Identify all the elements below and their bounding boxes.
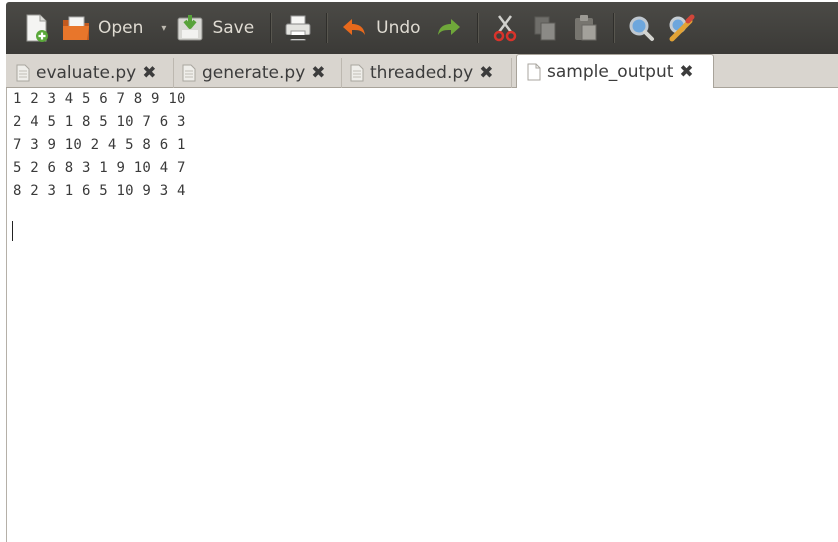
open-button[interactable]: Open <box>60 8 147 48</box>
redo-icon <box>437 19 460 35</box>
close-icon[interactable]: ✖ <box>142 63 156 83</box>
open-label: Open <box>98 18 144 38</box>
new-button[interactable] <box>20 8 52 48</box>
print-button[interactable] <box>282 8 314 48</box>
undo-icon <box>343 19 366 35</box>
find-replace-icon <box>669 14 695 42</box>
find-button[interactable] <box>625 8 657 48</box>
search-icon <box>629 16 654 41</box>
toolbar-separator <box>612 13 615 43</box>
tab-generate-py[interactable]: generate.py ✖ <box>176 58 342 88</box>
copy-button[interactable] <box>529 8 561 48</box>
undo-label: Undo <box>376 18 421 38</box>
tab-label: evaluate.py <box>36 63 137 83</box>
save-button[interactable]: Save <box>174 8 258 48</box>
text-line: 7 3 9 10 2 4 5 8 6 1 <box>13 137 186 153</box>
find-replace-button[interactable] <box>665 8 697 48</box>
undo-button[interactable]: Undo <box>338 8 424 48</box>
cut-button[interactable] <box>489 8 521 48</box>
paste-icon <box>574 15 597 41</box>
copy-icon <box>534 16 556 41</box>
text-editor-area[interactable]: 1 2 3 4 5 6 7 8 9 10 2 4 5 1 8 5 10 7 6 … <box>6 88 838 542</box>
toolbar-separator <box>270 13 273 43</box>
new-document-icon <box>26 14 48 42</box>
redo-button[interactable] <box>433 8 465 48</box>
file-icon <box>182 64 196 82</box>
save-icon <box>177 15 203 41</box>
printer-icon <box>285 15 311 41</box>
close-icon[interactable]: ✖ <box>679 62 693 82</box>
tab-label: threaded.py <box>370 63 474 83</box>
file-icon <box>527 63 541 81</box>
paste-button[interactable] <box>569 8 601 48</box>
tab-label: generate.py <box>202 63 306 83</box>
text-cursor <box>12 221 13 241</box>
tab-threaded-py[interactable]: threaded.py ✖ <box>344 58 512 88</box>
open-folder-icon <box>63 16 89 40</box>
text-line: 2 4 5 1 8 5 10 7 6 3 <box>13 114 186 130</box>
cut-icon <box>493 15 516 42</box>
toolbar-separator <box>476 13 479 43</box>
close-icon[interactable]: ✖ <box>479 63 493 83</box>
toolbar: Open ▾ Save Undo <box>6 2 838 54</box>
text-line: 8 2 3 1 6 5 10 9 3 4 <box>13 183 186 199</box>
tab-sample-output[interactable]: sample_output ✖ <box>516 54 714 89</box>
tab-evaluate-py[interactable]: evaluate.py ✖ <box>10 58 174 88</box>
file-icon <box>16 64 30 82</box>
text-line: 5 2 6 8 3 1 9 10 4 7 <box>13 160 186 176</box>
open-dropdown-arrow[interactable]: ▾ <box>161 23 166 34</box>
save-label: Save <box>212 18 255 38</box>
close-icon[interactable]: ✖ <box>311 63 325 83</box>
file-icon <box>350 64 364 82</box>
toolbar-separator <box>326 13 329 43</box>
tab-label: sample_output <box>547 62 674 82</box>
text-line: 1 2 3 4 5 6 7 8 9 10 <box>13 91 186 107</box>
tab-bar: evaluate.py ✖ generate.py ✖ threaded.py … <box>6 54 838 89</box>
